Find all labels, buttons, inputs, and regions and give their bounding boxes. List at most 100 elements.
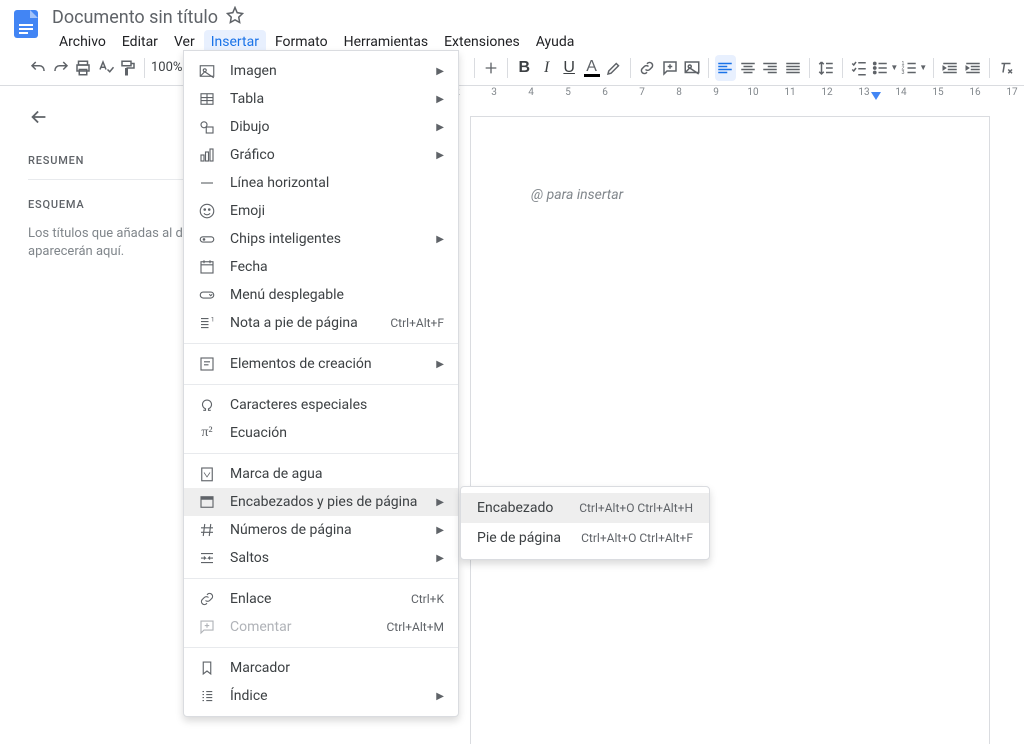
blocks-icon	[198, 355, 216, 373]
menu-item-link[interactable]: EnlaceCtrl+K	[184, 585, 458, 613]
chevron-right-icon: ▶	[436, 525, 444, 536]
menu-item-break[interactable]: Saltos▶	[184, 544, 458, 572]
text-color-button[interactable]: A	[581, 55, 601, 81]
menu-item-chart[interactable]: Gráfico ▶	[184, 141, 458, 169]
insert-image-toolbar-button[interactable]	[682, 55, 702, 81]
bold-button[interactable]: B	[514, 55, 534, 81]
menu-label: Nota a pie de página	[230, 315, 376, 331]
menu-item-watermark[interactable]: Marca de agua	[184, 460, 458, 488]
chips-icon	[198, 230, 216, 248]
menu-item-blocks[interactable]: Elementos de creación▶	[184, 350, 458, 378]
menu-item-header[interactable]: Encabezados y pies de página▶	[184, 488, 458, 516]
docs-app-icon[interactable]	[8, 6, 44, 42]
menu-label: Enlace	[230, 591, 397, 607]
chevron-right-icon: ▶	[436, 66, 444, 77]
menu-item-bookmark[interactable]: Marcador	[184, 654, 458, 682]
menu-label: Comentar	[230, 619, 373, 635]
menu-item-omega[interactable]: Caracteres especiales	[184, 391, 458, 419]
menu-item-pi[interactable]: π²Ecuación	[184, 419, 458, 447]
checklist-button[interactable]	[849, 55, 869, 81]
menu-item-hash[interactable]: Números de página▶	[184, 516, 458, 544]
add-comment-button[interactable]	[659, 55, 679, 81]
chevron-right-icon: ▶	[436, 94, 444, 105]
watermark-icon	[198, 465, 216, 483]
menu-label: Fecha	[230, 259, 444, 275]
chevron-right-icon: ▶	[436, 122, 444, 133]
drawing-icon	[198, 118, 216, 136]
menu-item-drawing[interactable]: Dibujo ▶	[184, 113, 458, 141]
index-icon	[198, 687, 216, 705]
menu-label: Línea horizontal	[230, 175, 444, 191]
align-left-button[interactable]	[715, 55, 735, 81]
menu-item-dropdown[interactable]: Menú desplegable	[184, 281, 458, 309]
ruler-indent-marker[interactable]	[870, 91, 882, 104]
clear-formatting-button[interactable]	[996, 55, 1016, 81]
menu-label: Elementos de creación	[230, 356, 422, 372]
insert-menu: Imagen▶Tabla▶Dibujo▶Gráfico▶Línea horizo…	[183, 50, 459, 717]
doc-title[interactable]: Documento sin título	[52, 7, 218, 28]
italic-button[interactable]: I	[536, 55, 556, 81]
highlight-button[interactable]	[604, 55, 624, 81]
paint-format-button[interactable]	[118, 55, 138, 81]
indent-increase-button[interactable]	[962, 55, 982, 81]
menu-label: Gráfico	[230, 147, 422, 163]
menu-item-chips[interactable]: Chips inteligentes▶	[184, 225, 458, 253]
underline-button[interactable]: U	[559, 55, 579, 81]
dropdown-icon	[198, 286, 216, 304]
indent-decrease-button[interactable]	[940, 55, 960, 81]
chevron-right-icon: ▶	[436, 691, 444, 702]
break-icon	[198, 549, 216, 567]
menu-item-date[interactable]: Fecha	[184, 253, 458, 281]
insert-link-button[interactable]	[637, 55, 657, 81]
align-center-button[interactable]	[738, 55, 758, 81]
submenu-item[interactable]: Pie de páginaCtrl+Alt+O Ctrl+Alt+F	[461, 523, 709, 553]
menu-item-table[interactable]: Tabla▶	[184, 85, 458, 113]
menu-item-comment: ComentarCtrl+Alt+M	[184, 613, 458, 641]
bookmark-icon	[198, 659, 216, 677]
spellcheck-button[interactable]	[95, 55, 115, 81]
bulleted-list-button[interactable]: ▼	[871, 55, 898, 81]
chevron-right-icon: ▶	[436, 553, 444, 564]
menu-label: Menú desplegable	[230, 287, 444, 303]
svg-text:3: 3	[902, 70, 905, 76]
menu-label: Imagen	[230, 63, 422, 79]
align-right-button[interactable]	[760, 55, 780, 81]
menubar-item-editar[interactable]: Editar	[115, 30, 165, 54]
pi-icon: π²	[198, 424, 216, 442]
comment-icon	[198, 618, 216, 636]
menu-label: Dibujo	[230, 119, 422, 135]
line-spacing-button[interactable]	[816, 55, 836, 81]
menu-label: Marca de agua	[230, 466, 444, 482]
star-icon[interactable]	[226, 6, 244, 28]
insert-image-button[interactable]	[481, 55, 501, 81]
document-page[interactable]: @ para insertar	[470, 116, 990, 744]
link-icon	[198, 590, 216, 608]
menu-item-emoji[interactable]: Emoji	[184, 197, 458, 225]
svg-text:1: 1	[211, 316, 215, 324]
undo-button[interactable]	[28, 55, 48, 81]
chart-icon	[198, 146, 216, 164]
menubar-item-ayuda[interactable]: Ayuda	[529, 30, 582, 54]
menu-item-hr[interactable]: Línea horizontal	[184, 169, 458, 197]
submenu-item[interactable]: EncabezadoCtrl+Alt+O Ctrl+Alt+H	[461, 493, 709, 523]
emoji-icon	[198, 202, 216, 220]
menu-label: Índice	[230, 688, 422, 704]
align-justify-button[interactable]	[782, 55, 802, 81]
menubar-item-archivo[interactable]: Archivo	[52, 30, 113, 54]
omega-icon	[198, 396, 216, 414]
menu-item-footnote[interactable]: 1Nota a pie de páginaCtrl+Alt+F	[184, 309, 458, 337]
menu-label: Caracteres especiales	[230, 397, 444, 413]
chevron-right-icon: ▶	[436, 150, 444, 161]
date-icon	[198, 258, 216, 276]
menu-label: Marcador	[230, 660, 444, 676]
menu-item-image[interactable]: Imagen ▶	[184, 57, 458, 85]
toolbar: 100%▼ B I U A ▼ 123▼	[0, 50, 1024, 86]
numbered-list-button[interactable]: 123▼	[900, 55, 927, 81]
redo-button[interactable]	[50, 55, 70, 81]
hr-icon	[198, 174, 216, 192]
menu-item-index[interactable]: Índice ▶	[184, 682, 458, 710]
menu-label: Chips inteligentes	[230, 231, 422, 247]
print-button[interactable]	[73, 55, 93, 81]
back-arrow-icon[interactable]	[28, 106, 52, 130]
chevron-right-icon: ▶	[436, 497, 444, 508]
